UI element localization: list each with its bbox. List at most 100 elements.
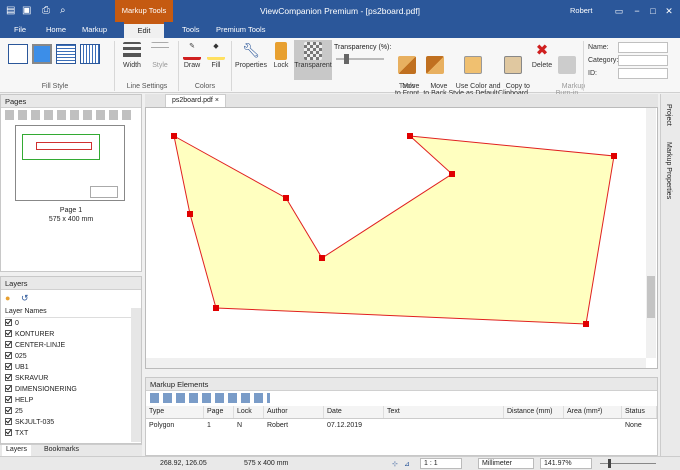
- close-icon[interactable]: ×: [215, 97, 219, 104]
- panel-tabs: Layers Bookmarks: [0, 444, 142, 456]
- color-style-icon: [464, 56, 482, 74]
- transparency-slider[interactable]: [336, 54, 384, 64]
- col-page[interactable]: Page: [204, 406, 234, 418]
- layer-row[interactable]: CENTER-LINJE: [5, 341, 65, 351]
- vertex-handle[interactable]: [319, 255, 325, 261]
- fill-style-solid[interactable]: [32, 44, 52, 64]
- layer-visibility-checkbox[interactable]: [5, 418, 12, 425]
- col-type[interactable]: Type: [146, 406, 204, 418]
- col-area[interactable]: Area (mm²): [564, 406, 622, 418]
- scrollbar-thumb[interactable]: [647, 276, 655, 318]
- layer-visibility-checkbox[interactable]: [5, 385, 12, 392]
- layer-visibility-checkbox[interactable]: [5, 407, 12, 414]
- page-size: 575 x 400 mm: [244, 460, 289, 467]
- layer-row[interactable]: KONTURER: [5, 330, 54, 340]
- scale-dropdown[interactable]: 1 : 1: [420, 458, 462, 469]
- layers-scrollbar[interactable]: [131, 308, 141, 442]
- draw-color-button[interactable]: ✎ Draw: [180, 42, 204, 69]
- vertical-scrollbar[interactable]: [646, 108, 656, 358]
- tab-premium-tools[interactable]: Premium Tools: [210, 22, 271, 38]
- table-row[interactable]: Polygon 1 N Robert 07.12.2019 None: [146, 420, 657, 432]
- cell-lock: N: [237, 422, 243, 429]
- layer-row[interactable]: HELP: [5, 396, 33, 406]
- layer-visibility-checkbox[interactable]: [5, 319, 12, 326]
- slider-thumb[interactable]: [344, 54, 349, 64]
- layer-row[interactable]: SKJULT-035: [5, 418, 54, 428]
- vertex-handle[interactable]: [407, 133, 413, 139]
- col-status[interactable]: Status: [622, 406, 657, 418]
- properties-button[interactable]: 🔧︎ Properties: [234, 42, 268, 69]
- layer-row[interactable]: 0: [5, 319, 19, 329]
- title-bar: ▤ ▣ ⎙ ⌕ Markup Tools ViewCompanion Premi…: [0, 0, 680, 22]
- fill-color-button[interactable]: ◆ Fill: [204, 42, 228, 69]
- tab-file[interactable]: File: [8, 22, 32, 38]
- col-text[interactable]: Text: [384, 406, 504, 418]
- col-author[interactable]: Author: [264, 406, 324, 418]
- page-thumbnail[interactable]: [15, 125, 125, 201]
- fill-style-hatch-vertical[interactable]: [80, 44, 100, 64]
- id-label: ID:: [588, 70, 597, 77]
- fill-style-hatch-horizontal[interactable]: [56, 44, 76, 64]
- polygon-markup[interactable]: [173, 135, 615, 325]
- markup-svg[interactable]: [146, 108, 657, 358]
- layer-visibility-checkbox[interactable]: [5, 374, 12, 381]
- col-distance[interactable]: Distance (mm): [504, 406, 564, 418]
- restore-icon[interactable]: ▭: [610, 3, 628, 19]
- markup-toolbar[interactable]: [150, 393, 270, 403]
- layer-row[interactable]: UB1: [5, 363, 29, 373]
- width-button[interactable]: Width: [120, 42, 144, 69]
- col-lock[interactable]: Lock: [234, 406, 264, 418]
- vertex-handle[interactable]: [283, 195, 289, 201]
- layer-row[interactable]: TXT: [5, 429, 28, 439]
- layer-visibility-checkbox[interactable]: [5, 429, 12, 436]
- fill-style-none[interactable]: [8, 44, 28, 64]
- units-dropdown[interactable]: Millimeter: [478, 458, 534, 469]
- properties-label: Properties: [235, 62, 267, 69]
- layer-visibility-checkbox[interactable]: [5, 352, 12, 359]
- tab-tools[interactable]: Tools: [176, 22, 206, 38]
- lock-button[interactable]: Lock: [270, 42, 292, 69]
- lightbulb-icon[interactable]: ●: [5, 293, 10, 303]
- layer-row[interactable]: DIMENSIONERING: [5, 385, 77, 395]
- tab-markup[interactable]: Markup: [76, 22, 113, 38]
- col-date[interactable]: Date: [324, 406, 384, 418]
- tab-edit[interactable]: Edit: [124, 22, 164, 38]
- tab-bookmarks[interactable]: Bookmarks: [44, 446, 79, 453]
- zoom-dropdown[interactable]: 141.97%: [540, 458, 592, 469]
- tab-markup-properties[interactable]: Markup Properties: [665, 142, 672, 199]
- layer-visibility-checkbox[interactable]: [5, 341, 12, 348]
- style-button[interactable]: Style: [148, 42, 172, 69]
- cursor-coordinates: 268.92, 126.05: [160, 460, 207, 467]
- refresh-icon[interactable]: ↺: [21, 293, 29, 304]
- close-button[interactable]: ✕: [660, 3, 678, 19]
- snap-icon[interactable]: ⊹: [392, 460, 398, 468]
- horizontal-scrollbar[interactable]: [146, 358, 646, 368]
- tab-project[interactable]: Project: [665, 104, 672, 126]
- measure-icon[interactable]: ⊿: [404, 460, 410, 468]
- pages-toolbar[interactable]: [5, 110, 135, 120]
- vertex-handle[interactable]: [583, 321, 589, 327]
- id-field[interactable]: [618, 68, 668, 79]
- zoom-slider-thumb[interactable]: [608, 459, 611, 468]
- category-dropdown[interactable]: [618, 55, 668, 66]
- tab-document[interactable]: ps2board.pdf ×: [165, 94, 226, 107]
- tab-layers[interactable]: Layers: [2, 445, 32, 456]
- layer-row[interactable]: 25: [5, 407, 23, 417]
- group-fill-style: Fill Style: [41, 83, 69, 90]
- vertex-handle[interactable]: [213, 305, 219, 311]
- layer-visibility-checkbox[interactable]: [5, 363, 12, 370]
- vertex-handle[interactable]: [187, 211, 193, 217]
- layer-visibility-checkbox[interactable]: [5, 330, 12, 337]
- name-field[interactable]: [618, 42, 668, 53]
- layer-row[interactable]: 025: [5, 352, 27, 362]
- user-name[interactable]: Robert: [570, 6, 593, 15]
- vertex-handle[interactable]: [611, 153, 617, 159]
- drawing-canvas[interactable]: [145, 107, 658, 369]
- tab-home[interactable]: Home: [40, 22, 72, 38]
- delete-button[interactable]: ✖ Delete: [530, 42, 554, 69]
- layer-row[interactable]: SKRAVUR: [5, 374, 48, 384]
- layer-visibility-checkbox[interactable]: [5, 396, 12, 403]
- transparent-button[interactable]: Transparent: [294, 40, 332, 80]
- vertex-handle[interactable]: [449, 171, 455, 177]
- vertex-handle[interactable]: [171, 133, 177, 139]
